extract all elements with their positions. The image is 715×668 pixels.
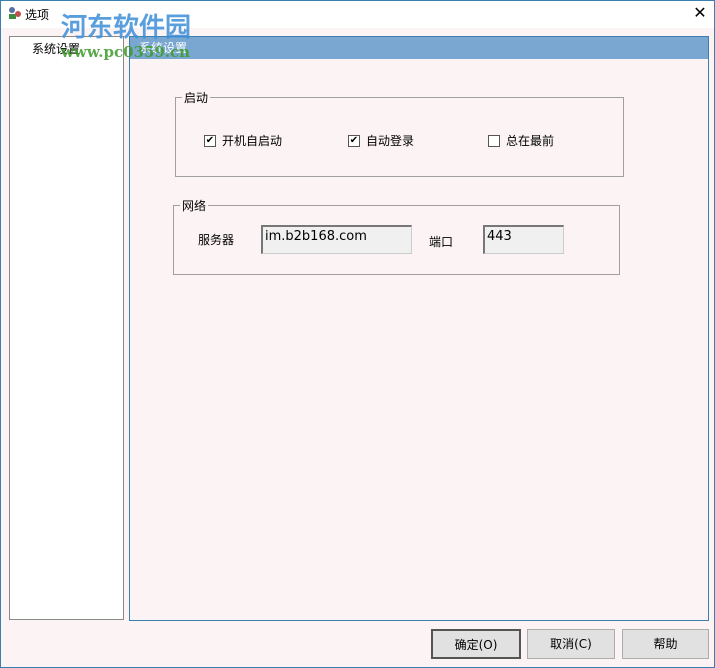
autostart-checkbox[interactable]: ✔ 开机自启动 [204, 132, 282, 149]
checkbox-box [488, 134, 500, 147]
port-input[interactable]: 443 [483, 225, 564, 254]
network-group: 网络 服务器 im.b2b168.com 端口 443 [173, 197, 620, 275]
checkbox-label: 自动登录 [366, 134, 415, 148]
server-input[interactable]: im.b2b168.com [261, 225, 412, 254]
server-label: 服务器 [198, 233, 235, 247]
help-button[interactable]: 帮助 [622, 629, 709, 659]
watermark-url: www.pc0359.cn [61, 43, 191, 61]
settings-category-list[interactable]: 系统设置 [9, 36, 124, 620]
always-on-top-checkbox[interactable]: 总在最前 [488, 132, 554, 149]
cancel-button[interactable]: 取消(C) [527, 629, 615, 659]
checkbox-box: ✔ [348, 134, 360, 147]
port-label: 端口 [429, 235, 454, 249]
panel-header: 系统设置 [130, 37, 708, 59]
settings-panel: 系统设置 启动 ✔ 开机自启动 ✔ 自动登录 总在最前 网络 服务器 im.b2b1… [129, 36, 709, 621]
startup-legend: 启动 [182, 89, 211, 106]
checkbox-label: 总在最前 [506, 134, 555, 148]
autologin-checkbox[interactable]: ✔ 自动登录 [348, 132, 414, 149]
startup-group: 启动 ✔ 开机自启动 ✔ 自动登录 总在最前 [175, 89, 624, 177]
ok-button[interactable]: 确定(O) [431, 629, 521, 659]
checkbox-box: ✔ [204, 134, 216, 147]
window-title: 选项 [25, 8, 50, 22]
network-legend: 网络 [180, 197, 209, 214]
app-icon [9, 7, 21, 19]
checkbox-label: 开机自启动 [222, 134, 283, 148]
close-button[interactable]: ✕ [689, 3, 711, 23]
watermark-logo: 河东软件园 [61, 13, 192, 43]
